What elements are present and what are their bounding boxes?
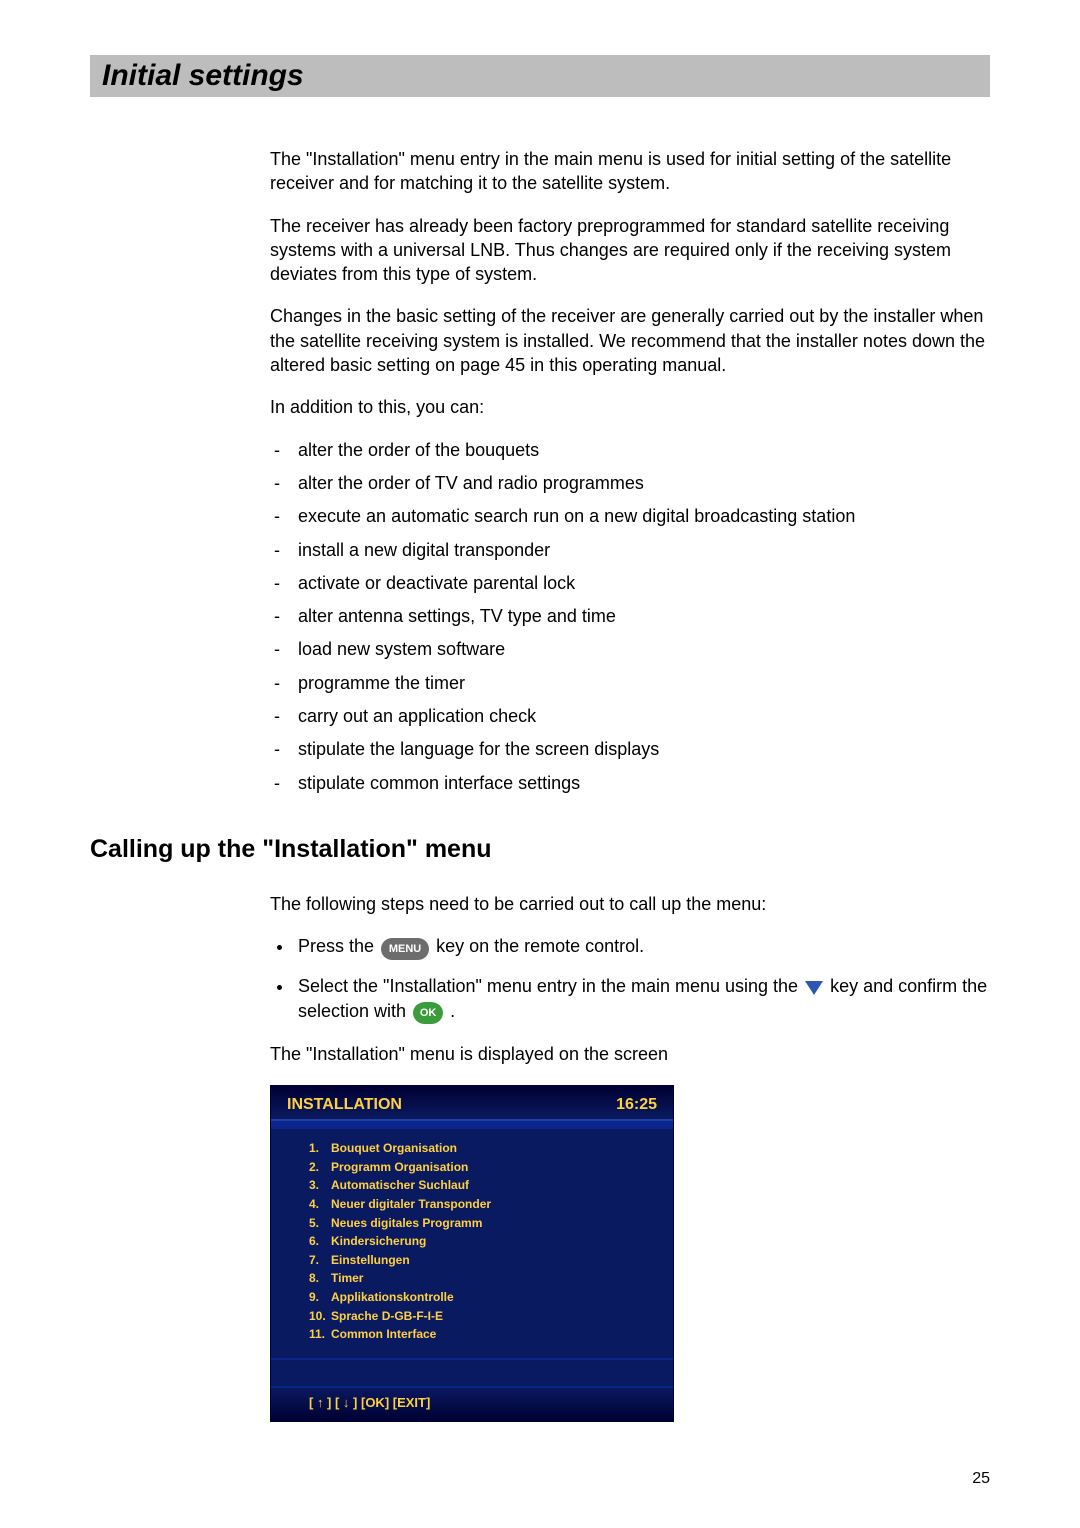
steps-list: Press the MENU key on the remote control…	[270, 934, 990, 1024]
tv-menu-item: 4.Neuer digitaler Transponder	[309, 1195, 661, 1214]
list-item: stipulate common interface settings	[270, 771, 990, 795]
tv-menu-item: 10.Sprache D-GB-F-I-E	[309, 1307, 661, 1326]
list-item: alter the order of the bouquets	[270, 438, 990, 462]
menu-key-label: MENU	[381, 938, 429, 960]
tv-menu-items: 1.Bouquet Organisation 2.Programm Organi…	[271, 1127, 673, 1360]
tv-menu-item: 11.Common Interface	[309, 1325, 661, 1344]
tv-menu-item: 5.Neues digitales Programm	[309, 1214, 661, 1233]
list-item: install a new digital transponder	[270, 538, 990, 562]
document-page: Initial settings The "Installation" menu…	[0, 0, 1080, 1528]
list-item: carry out an application check	[270, 704, 990, 728]
list-item: stipulate the language for the screen di…	[270, 737, 990, 761]
list-item: alter antenna settings, TV type and time	[270, 604, 990, 628]
body-content: The "Installation" menu entry in the mai…	[270, 147, 990, 795]
tv-blank-row	[271, 1360, 673, 1386]
step-text: Select the "Installation" menu entry in …	[298, 976, 803, 996]
tv-menu-item: 9.Applikationskontrolle	[309, 1288, 661, 1307]
options-list: alter the order of the bouquets alter th…	[270, 438, 990, 795]
tv-menu-item: 8.Timer	[309, 1269, 661, 1288]
tv-menu-item: 7.Einstellungen	[309, 1251, 661, 1270]
step-text: Press the	[298, 936, 379, 956]
list-item: load new system software	[270, 637, 990, 661]
calling-content: The following steps need to be carried o…	[270, 892, 990, 1422]
section-heading: Calling up the "Installation" menu	[90, 835, 990, 864]
list-item: alter the order of TV and radio programm…	[270, 471, 990, 495]
list-item: programme the timer	[270, 671, 990, 695]
paragraph: The following steps need to be carried o…	[270, 892, 990, 916]
tv-menu-time: 16:25	[616, 1094, 657, 1116]
paragraph: The receiver has already been factory pr…	[270, 214, 990, 287]
page-number: 25	[972, 1470, 990, 1488]
tv-menu-item: 1.Bouquet Organisation	[309, 1139, 661, 1158]
paragraph: The "Installation" menu is displayed on …	[270, 1042, 990, 1066]
tv-menu-footer: [ ↑ ] [ ↓ ] [OK] [EXIT]	[271, 1386, 673, 1422]
paragraph: The "Installation" menu entry in the mai…	[270, 147, 990, 196]
menu-key-icon: MENU	[381, 935, 429, 959]
tv-menu-title: INSTALLATION	[287, 1094, 402, 1116]
page-title: Initial settings	[90, 55, 990, 97]
step-text: key on the remote control.	[436, 936, 644, 956]
list-item: Select the "Installation" menu entry in …	[294, 974, 990, 1025]
paragraph: In addition to this, you can:	[270, 395, 990, 419]
tv-menu-item: 2.Programm Organisation	[309, 1158, 661, 1177]
list-item: Press the MENU key on the remote control…	[294, 934, 990, 959]
tv-menu-item: 3.Automatischer Suchlauf	[309, 1176, 661, 1195]
ok-key-label: OK	[413, 1002, 443, 1024]
tv-menu-screenshot: INSTALLATION 16:25 1.Bouquet Organisatio…	[270, 1085, 674, 1423]
down-arrow-key-icon	[805, 975, 823, 999]
list-item: execute an automatic search run on a new…	[270, 504, 990, 528]
tv-menu-header: INSTALLATION 16:25	[271, 1086, 673, 1122]
tv-menu-item: 6.Kindersicherung	[309, 1232, 661, 1251]
list-item: activate or deactivate parental lock	[270, 571, 990, 595]
paragraph: Changes in the basic setting of the rece…	[270, 304, 990, 377]
ok-key-icon: OK	[413, 1000, 443, 1024]
step-text: .	[450, 1001, 455, 1021]
